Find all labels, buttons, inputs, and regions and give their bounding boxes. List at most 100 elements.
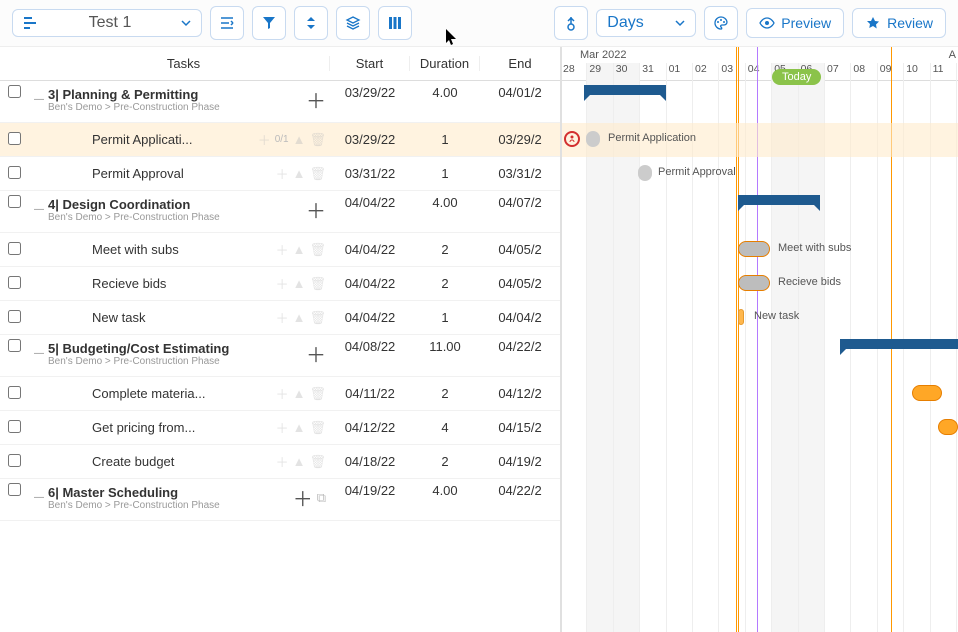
add-subtask-button[interactable]: ＋ xyxy=(306,85,326,114)
delete-button[interactable]: 🗑 xyxy=(309,132,326,148)
duration-cell[interactable]: 11.00 xyxy=(410,339,480,354)
milestone-icon[interactable]: ▲ xyxy=(293,420,306,435)
col-end[interactable]: End xyxy=(480,56,560,71)
start-cell[interactable]: 03/29/22 xyxy=(330,85,410,100)
palette-button[interactable] xyxy=(704,6,738,40)
view-selector[interactable]: Test 1 xyxy=(12,9,202,37)
task-bar[interactable] xyxy=(912,385,942,401)
row-checkbox[interactable] xyxy=(8,310,21,323)
delete-button[interactable]: 🗑 xyxy=(309,276,326,292)
row-checkbox[interactable] xyxy=(8,276,21,289)
task-row[interactable]: Meet with subs＋▲🗑04/04/22204/05/2 xyxy=(0,233,560,267)
row-checkbox[interactable] xyxy=(8,339,21,352)
add-button[interactable]: ＋ xyxy=(276,384,289,403)
group-row[interactable]: —5| Budgeting/Cost EstimatingBen's Demo … xyxy=(0,335,560,377)
task-bar[interactable] xyxy=(938,419,958,435)
milestone-icon[interactable]: ▲ xyxy=(293,132,306,147)
sort-button[interactable] xyxy=(294,6,328,40)
row-checkbox[interactable] xyxy=(8,483,21,496)
duration-cell[interactable]: 2 xyxy=(410,276,480,291)
milestone-icon[interactable]: ▲ xyxy=(293,166,306,181)
export-button[interactable] xyxy=(554,6,588,40)
end-cell[interactable]: 04/05/2 xyxy=(480,276,560,291)
col-tasks[interactable]: Tasks xyxy=(30,56,330,71)
milestone-icon[interactable]: ▲ xyxy=(293,242,306,257)
add-subtask-button[interactable]: ＋ xyxy=(293,483,313,512)
end-cell[interactable]: 04/01/2 xyxy=(480,85,560,100)
end-cell[interactable]: 04/19/2 xyxy=(480,454,560,469)
task-row[interactable]: New task＋▲🗑04/04/22104/04/2 xyxy=(0,301,560,335)
end-cell[interactable]: 04/05/2 xyxy=(480,242,560,257)
add-button[interactable]: ＋ xyxy=(276,274,289,293)
delete-button[interactable]: 🗑 xyxy=(309,454,326,470)
add-button[interactable]: ＋ xyxy=(276,240,289,259)
gantt-chart[interactable]: Mar 2022 A 28293031010203040506070809101… xyxy=(562,47,958,632)
duration-cell[interactable]: 4.00 xyxy=(410,483,480,498)
start-cell[interactable]: 03/31/22 xyxy=(330,166,410,181)
add-subtask-button[interactable]: ＋ xyxy=(306,339,326,368)
add-button[interactable]: ＋ xyxy=(276,452,289,471)
col-start[interactable]: Start xyxy=(330,56,410,71)
duration-cell[interactable]: 4.00 xyxy=(410,195,480,210)
add-button[interactable]: ＋ xyxy=(276,418,289,437)
start-cell[interactable]: 04/04/22 xyxy=(330,242,410,257)
collapse-toggle[interactable]: — xyxy=(34,348,44,359)
start-cell[interactable]: 04/08/22 xyxy=(330,339,410,354)
review-button[interactable]: Review xyxy=(852,8,946,38)
end-cell[interactable]: 04/22/2 xyxy=(480,339,560,354)
add-subtask-button[interactable]: ＋ xyxy=(306,195,326,224)
milestone-icon[interactable]: ▲ xyxy=(293,276,306,291)
collapse-toggle[interactable]: — xyxy=(34,492,44,503)
scale-selector[interactable]: Days xyxy=(596,9,696,37)
row-checkbox[interactable] xyxy=(8,454,21,467)
task-bar[interactable] xyxy=(738,309,744,325)
start-cell[interactable]: 04/19/22 xyxy=(330,483,410,498)
delete-button[interactable]: 🗑 xyxy=(309,386,326,402)
task-bar[interactable] xyxy=(738,275,770,291)
start-cell[interactable]: 04/04/22 xyxy=(330,310,410,325)
collapse-toggle[interactable]: — xyxy=(34,94,44,105)
row-checkbox[interactable] xyxy=(8,386,21,399)
duration-cell[interactable]: 2 xyxy=(410,454,480,469)
task-row[interactable]: Recieve bids＋▲🗑04/04/22204/05/2 xyxy=(0,267,560,301)
indent-button[interactable] xyxy=(210,6,244,40)
copy-button[interactable]: ⧉ xyxy=(317,490,326,506)
alert-icon[interactable] xyxy=(564,131,580,147)
duration-cell[interactable]: 4 xyxy=(410,420,480,435)
task-row[interactable]: Complete materia...＋▲🗑04/11/22204/12/2 xyxy=(0,377,560,411)
start-cell[interactable]: 04/12/22 xyxy=(330,420,410,435)
add-button[interactable]: ＋ xyxy=(276,164,289,183)
row-checkbox[interactable] xyxy=(8,242,21,255)
start-cell[interactable]: 04/04/22 xyxy=(330,195,410,210)
delete-button[interactable]: 🗑 xyxy=(309,420,326,436)
end-cell[interactable]: 04/12/2 xyxy=(480,386,560,401)
row-checkbox[interactable] xyxy=(8,132,21,145)
task-row[interactable]: Get pricing from...＋▲🗑04/12/22404/15/2 xyxy=(0,411,560,445)
start-cell[interactable]: 04/04/22 xyxy=(330,276,410,291)
milestone-icon[interactable]: ▲ xyxy=(293,454,306,469)
duration-cell[interactable]: 1 xyxy=(410,310,480,325)
row-checkbox[interactable] xyxy=(8,85,21,98)
duration-cell[interactable]: 2 xyxy=(410,386,480,401)
row-checkbox[interactable] xyxy=(8,420,21,433)
col-duration[interactable]: Duration xyxy=(410,56,480,71)
row-checkbox[interactable] xyxy=(8,195,21,208)
collapse-toggle[interactable]: — xyxy=(34,204,44,215)
preview-button[interactable]: Preview xyxy=(746,8,844,38)
delete-button[interactable]: 🗑 xyxy=(309,242,326,258)
duration-cell[interactable]: 4.00 xyxy=(410,85,480,100)
task-row[interactable]: Permit Applicati...＋0/1▲🗑03/29/22103/29/… xyxy=(0,123,560,157)
start-cell[interactable]: 03/29/22 xyxy=(330,132,410,147)
group-row[interactable]: —6| Master SchedulingBen's Demo > Pre-Co… xyxy=(0,479,560,521)
task-row[interactable]: Permit Approval＋▲🗑03/31/22103/31/2 xyxy=(0,157,560,191)
end-cell[interactable]: 04/15/2 xyxy=(480,420,560,435)
end-cell[interactable]: 03/29/2 xyxy=(480,132,560,147)
task-bar[interactable] xyxy=(738,241,770,257)
columns-button[interactable] xyxy=(378,6,412,40)
task-bar[interactable] xyxy=(586,131,600,147)
filter-button[interactable] xyxy=(252,6,286,40)
end-cell[interactable]: 03/31/2 xyxy=(480,166,560,181)
duration-cell[interactable]: 2 xyxy=(410,242,480,257)
milestone-icon[interactable]: ▲ xyxy=(293,386,306,401)
start-cell[interactable]: 04/11/22 xyxy=(330,386,410,401)
